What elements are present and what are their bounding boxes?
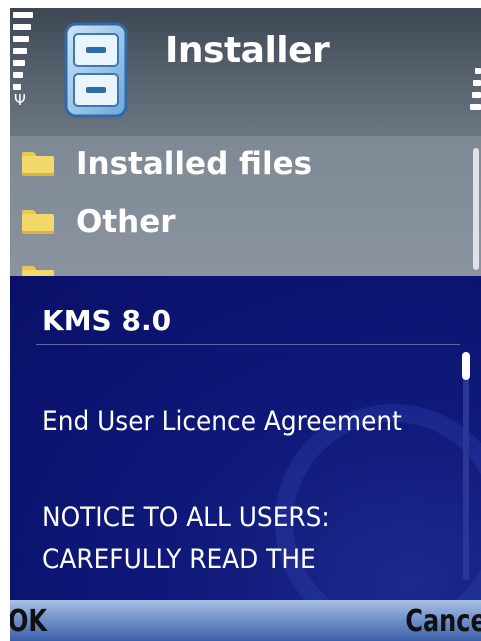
- softkey-bar: OK Cance: [10, 600, 481, 641]
- phone-screen: Ψ Installer Installed files Other KMS 8.…: [10, 8, 481, 641]
- dialog-scrollbar[interactable]: [462, 352, 470, 580]
- title-bar: Ψ Installer: [10, 8, 481, 136]
- dialog-text-line: CAREFULLY READ THE: [42, 544, 316, 575]
- cancel-softkey[interactable]: Cance: [406, 604, 481, 639]
- folder-icon: [22, 210, 54, 234]
- list-item-other[interactable]: Other: [22, 202, 176, 242]
- ok-softkey[interactable]: OK: [10, 604, 47, 639]
- dialog-divider: [36, 344, 460, 345]
- dialog-text-line: End User Licence Agreement: [42, 406, 402, 437]
- scrollbar-thumb[interactable]: [462, 352, 470, 380]
- dialog-title: KMS 8.0: [42, 304, 172, 337]
- list-item-label: Other: [76, 204, 176, 240]
- installer-app-icon: [64, 22, 128, 118]
- license-dialog: KMS 8.0 End User Licence Agreement NOTIC…: [10, 276, 481, 640]
- list-item-installed-files[interactable]: Installed files: [22, 144, 312, 184]
- dialog-text-line: NOTICE TO ALL USERS:: [42, 502, 330, 533]
- file-list: Installed files Other: [10, 136, 481, 290]
- list-item-label: Installed files: [76, 146, 313, 182]
- battery-icon: [468, 64, 481, 124]
- app-title: Installer: [165, 30, 330, 71]
- scrollbar-track: [463, 352, 469, 580]
- folder-icon: [22, 152, 54, 176]
- list-scrollbar[interactable]: [473, 148, 479, 270]
- antenna-icon: Ψ: [14, 91, 26, 109]
